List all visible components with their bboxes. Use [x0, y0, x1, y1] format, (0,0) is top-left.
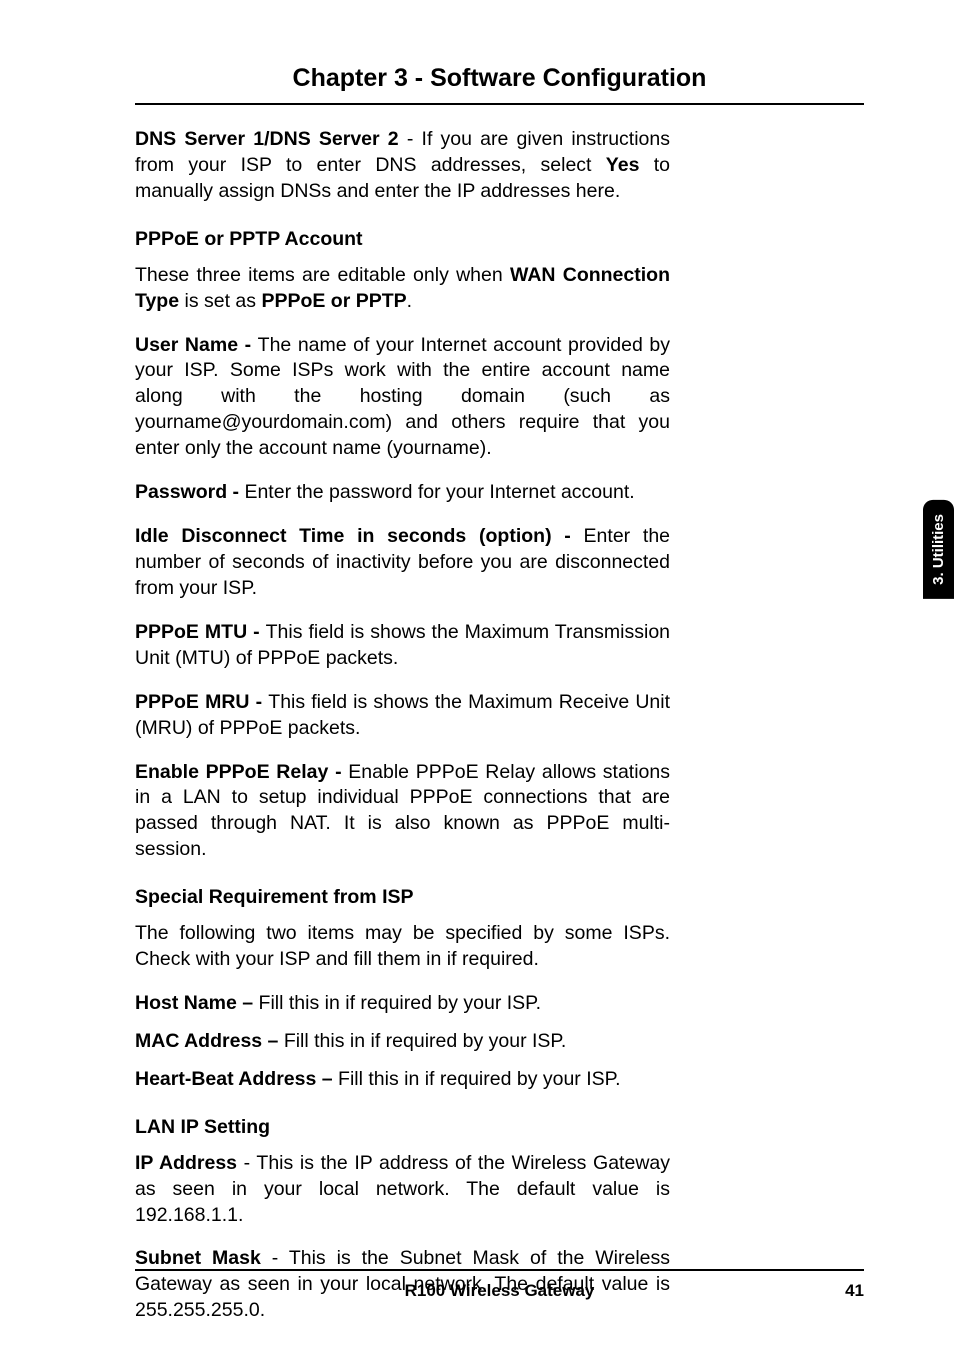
page-content: DNS Server 1/DNS Server 2 - If you are g… — [135, 127, 670, 1324]
pppoe-heading: PPPoE or PPTP Account — [135, 227, 670, 253]
dns-label: DNS Server 1/DNS Server 2 — [135, 128, 399, 150]
chapter-title: Chapter 3 - Software Configuration — [135, 64, 864, 105]
subnet-label: Subnet Mask — [135, 1247, 261, 1269]
host-label: Host Name – — [135, 992, 259, 1014]
mru-label: PPPoE MRU - — [135, 691, 268, 713]
dns-sep: - — [399, 128, 422, 150]
password-paragraph: Password - Enter the password for your I… — [135, 480, 670, 506]
page-footer: R100 Wireless Gateway 41 — [135, 1269, 864, 1301]
side-tab: 3. Utilities — [923, 500, 954, 599]
dns-yes: Yes — [606, 154, 640, 176]
dns-paragraph: DNS Server 1/DNS Server 2 - If you are g… — [135, 127, 670, 205]
heart-label: Heart-Beat Address – — [135, 1068, 338, 1090]
heart-text: Fill this in if required by your ISP. — [338, 1068, 621, 1090]
idle-label: Idle Disconnect Time in seconds (option)… — [135, 525, 584, 547]
ip-paragraph: IP Address - This is the IP address of t… — [135, 1151, 670, 1229]
pppoe-intro-bold2: PPPoE or PPTP — [261, 290, 406, 312]
special-intro: The following two items may be specified… — [135, 921, 670, 973]
pppoe-intro-text3: . — [407, 290, 412, 312]
mtu-label: PPPoE MTU - — [135, 621, 266, 643]
special-heading: Special Requirement from ISP — [135, 885, 670, 911]
relay-label: Enable PPPoE Relay - — [135, 761, 348, 783]
pppoe-intro: These three items are editable only when… — [135, 263, 670, 315]
mac-paragraph: MAC Address – Fill this in if required b… — [135, 1029, 670, 1055]
relay-paragraph: Enable PPPoE Relay - Enable PPPoE Relay … — [135, 760, 670, 864]
host-paragraph: Host Name – Fill this in if required by … — [135, 991, 670, 1017]
mac-label: MAC Address – — [135, 1030, 284, 1052]
password-label: Password - — [135, 481, 244, 503]
ip-label: IP Address — [135, 1152, 237, 1174]
mac-text: Fill this in if required by your ISP. — [284, 1030, 567, 1052]
ip-sep: - — [237, 1152, 256, 1174]
host-text: Fill this in if required by your ISP. — [259, 992, 542, 1014]
password-text: Enter the password for your Internet acc… — [244, 481, 634, 503]
username-label: User Name - — [135, 334, 258, 356]
page-number: 41 — [845, 1281, 864, 1301]
footer-product-name: R100 Wireless Gateway — [135, 1281, 864, 1301]
username-paragraph: User Name - The name of your Internet ac… — [135, 333, 670, 463]
idle-paragraph: Idle Disconnect Time in seconds (option)… — [135, 524, 670, 602]
subnet-sep: - — [261, 1247, 289, 1269]
mtu-paragraph: PPPoE MTU - This field is shows the Maxi… — [135, 620, 670, 672]
heart-paragraph: Heart-Beat Address – Fill this in if req… — [135, 1067, 670, 1093]
lan-heading: LAN IP Setting — [135, 1115, 670, 1141]
pppoe-intro-text1: These three items are editable only when — [135, 264, 510, 286]
pppoe-intro-text2: is set as — [179, 290, 261, 312]
mru-paragraph: PPPoE MRU - This field is shows the Maxi… — [135, 690, 670, 742]
